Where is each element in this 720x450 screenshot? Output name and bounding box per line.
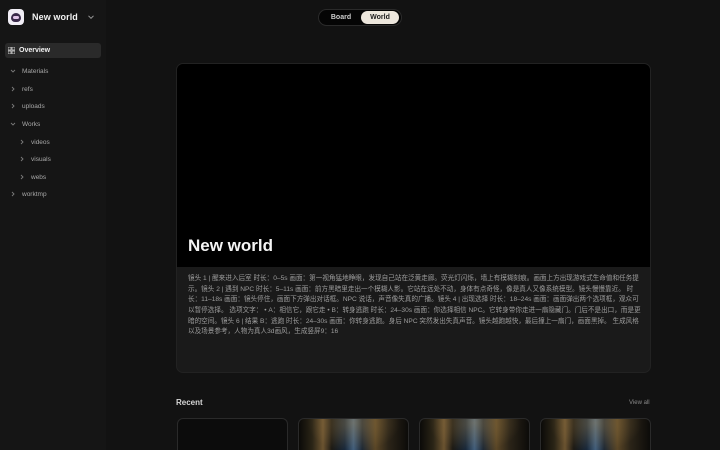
tree-item-label: uploads [22,102,45,110]
chevron-right-icon [11,191,15,197]
recent-thumbnail[interactable] [298,418,409,450]
grid-icon [8,47,15,54]
sidebar-item-overview[interactable]: Overview [5,43,101,58]
workspace-switcher[interactable]: New world [8,9,96,25]
world-tab[interactable]: World [361,11,399,24]
tree-item-worktmp[interactable]: worktmp [9,187,47,201]
sidebar: New world Overview Materials refs upload… [0,0,106,450]
recent-thumbnail[interactable] [540,418,651,450]
app-logo [8,9,24,25]
recent-heading: Recent [176,398,203,407]
chevron-right-icon [11,103,15,109]
tree-item-videos[interactable]: videos [18,135,50,149]
chevron-down-icon [10,122,16,126]
tree-item-label: Works [22,120,41,128]
chevron-down-icon [88,15,94,20]
tree-item-visuals[interactable]: visuals [18,152,51,166]
tree-item-works[interactable]: Works [9,117,40,131]
tree-item-label: Materials [22,67,49,75]
recent-thumbnail[interactable] [177,418,288,450]
tree-item-webs[interactable]: webs [18,170,46,184]
workspace-name: New world [32,12,78,22]
view-toggle: Board World [318,9,402,26]
world-hero-card[interactable]: New world 镜头 1 | 醒来进入后室 时长：0–5s 画面：第一视角猛… [176,63,651,373]
sidebar-nav: Overview [5,43,101,58]
chevron-right-icon [11,86,15,92]
tree-item-label: visuals [31,155,51,163]
tree-item-uploads[interactable]: uploads [9,99,45,113]
chevron-right-icon [20,139,24,145]
view-all-link[interactable]: View all [629,400,650,406]
tree-item-refs[interactable]: refs [9,82,33,96]
tree-item-label: webs [31,173,47,181]
world-description: 镜头 1 | 醒来进入后室 时长：0–5s 画面：第一视角猛地睁眼，发现自己站在… [188,275,641,336]
tree-item-label: worktmp [22,190,47,198]
chevron-right-icon [20,156,24,162]
tree-item-materials[interactable]: Materials [9,64,48,78]
tree-item-label: videos [31,138,50,146]
recent-thumbnail[interactable] [419,418,530,450]
board-tab[interactable]: Board [322,11,360,24]
chevron-down-icon [10,69,16,73]
chevron-right-icon [20,174,24,180]
tree-item-label: refs [22,85,33,93]
sidebar-item-label: Overview [19,47,51,54]
world-title: New world [188,236,274,255]
